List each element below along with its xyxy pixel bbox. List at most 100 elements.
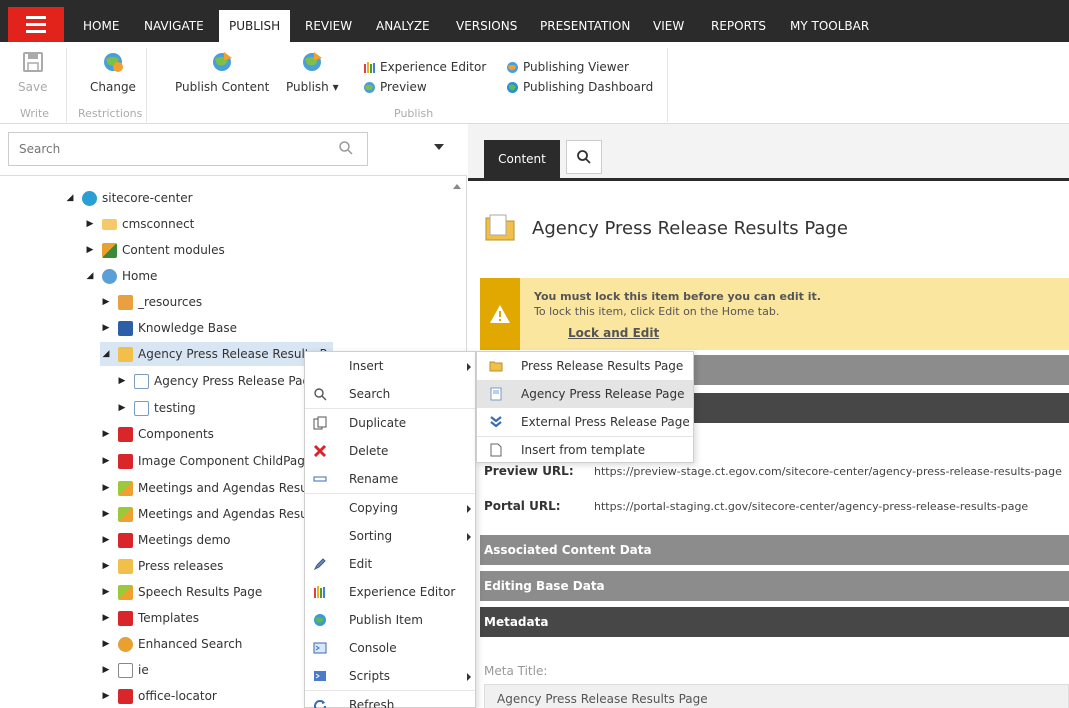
menu-item-duplicate[interactable]: Duplicate [305, 409, 475, 437]
meta-title-field[interactable] [484, 684, 1069, 708]
collapsed-arrow-icon[interactable]: ▶ [100, 580, 112, 604]
section-associated-content[interactable]: Associated Content Data [480, 535, 1069, 565]
rename-icon [313, 476, 327, 482]
collapsed-arrow-icon[interactable]: ▶ [116, 396, 128, 420]
tree-item-meetings-agendas-results-2[interactable]: ▶ Meetings and Agendas Results [100, 502, 322, 526]
collapsed-arrow-icon[interactable]: ▶ [84, 238, 96, 262]
save-icon [22, 52, 43, 72]
submenu-item-press-release-results-page[interactable]: Press Release Results Page [477, 352, 693, 380]
submenu-item-external-press-release-page[interactable]: External Press Release Page [477, 408, 693, 436]
tab-reports[interactable]: REPORTS [711, 14, 766, 42]
folder-icon [118, 558, 133, 574]
tab-presentation[interactable]: PRESENTATION [540, 14, 630, 42]
publish-content-button[interactable]: Publish Content [175, 50, 269, 94]
collapsed-arrow-icon[interactable]: ▶ [84, 212, 96, 236]
tree-item-components[interactable]: ▶ Components [100, 422, 214, 446]
submenu-item-agency-press-release-page[interactable]: Agency Press Release Page [477, 380, 693, 408]
menu-item-copying[interactable]: Copying [305, 494, 475, 522]
tree-item-meetings-demo[interactable]: ▶ Meetings demo [100, 528, 230, 552]
publish-dropdown-button[interactable]: Publish ▾ [286, 50, 339, 94]
collapsed-arrow-icon[interactable]: ▶ [100, 422, 112, 446]
tree-item-templates[interactable]: ▶ Templates [100, 606, 199, 630]
tab-view[interactable]: VIEW [653, 14, 684, 42]
menu-item-sorting[interactable]: Sorting [305, 522, 475, 550]
collapsed-arrow-icon[interactable]: ▶ [100, 554, 112, 578]
lock-and-edit-link[interactable]: Lock and Edit [568, 326, 659, 340]
tab-my-toolbar[interactable]: MY TOOLBAR [790, 14, 869, 42]
search-icon[interactable] [338, 140, 354, 156]
tree-item-content-modules[interactable]: ▶ Content modules [84, 238, 225, 262]
menu-item-scripts[interactable]: Scripts [305, 662, 475, 690]
expanded-arrow-icon[interactable]: ◢ [64, 186, 76, 210]
section-editing-base[interactable]: Editing Base Data [480, 571, 1069, 601]
collapsed-arrow-icon[interactable]: ▶ [100, 290, 112, 314]
menu-item-refresh[interactable]: Refresh [305, 691, 475, 708]
tree-item-ie[interactable]: ▶ ie [100, 658, 149, 682]
tree-item-home[interactable]: ◢ Home [84, 264, 157, 288]
change-restrictions-button[interactable]: Change [90, 50, 136, 94]
menu-item-insert[interactable]: Insert [305, 352, 475, 380]
tab-navigate[interactable]: NAVIGATE [144, 14, 204, 42]
tree-item-meetings-agendas-results-1[interactable]: ▶ Meetings and Agendas Results [100, 476, 322, 500]
tab-versions[interactable]: VERSIONS [456, 14, 517, 42]
search-icon [577, 150, 591, 164]
tree-item-testing[interactable]: ▶ testing [116, 396, 196, 420]
tree-item-enhanced-search[interactable]: ▶ Enhanced Search [100, 632, 242, 656]
menu-item-experience-editor[interactable]: Experience Editor [305, 578, 475, 606]
experience-editor-button[interactable]: Experience Editor [363, 58, 486, 76]
component-icon [118, 688, 133, 704]
expanded-arrow-icon[interactable]: ◢ [100, 342, 112, 366]
search-input[interactable] [8, 132, 368, 166]
warning-subtitle: To lock this item, click Edit on the Hom… [534, 305, 780, 318]
publishing-viewer-button[interactable]: Publishing Viewer [506, 58, 629, 76]
menu-item-edit[interactable]: Edit [305, 550, 475, 578]
menu-item-console[interactable]: Console [305, 634, 475, 662]
tab-content[interactable]: Content [484, 140, 560, 178]
collapsed-arrow-icon[interactable]: ▶ [100, 606, 112, 630]
submenu-item-insert-from-template[interactable]: Insert from template [477, 436, 693, 464]
scroll-up-icon[interactable] [453, 184, 461, 189]
publishing-dashboard-button[interactable]: Publishing Dashboard [506, 78, 653, 96]
ribbon: Save Write Change Restrictions Publish C… [0, 42, 1069, 124]
collapsed-arrow-icon[interactable]: ▶ [116, 369, 128, 393]
tree-item-resources[interactable]: ▶ _resources [100, 290, 202, 314]
tree-item-agency-press-release-page[interactable]: ▶ Agency Press Release Page [116, 369, 317, 393]
collapsed-arrow-icon[interactable]: ▶ [100, 658, 112, 682]
tree-item-press-releases[interactable]: ▶ Press releases [100, 554, 223, 578]
collapsed-arrow-icon[interactable]: ▶ [100, 502, 112, 526]
collapsed-arrow-icon[interactable]: ▶ [100, 449, 112, 473]
tab-review[interactable]: REVIEW [305, 14, 352, 42]
save-button[interactable]: Save [18, 50, 47, 94]
meeting-icon [118, 480, 133, 496]
tree-item-agency-press-release-results[interactable]: ◢ Agency Press Release Results P [100, 342, 333, 366]
collapsed-arrow-icon[interactable]: ▶ [100, 632, 112, 656]
tree-item-image-component-childpage[interactable]: ▶ Image Component ChildPage [100, 449, 312, 473]
collapsed-arrow-icon[interactable]: ▶ [100, 316, 112, 340]
duplicate-icon [313, 416, 327, 430]
tab-home[interactable]: HOME [83, 14, 119, 42]
tree-item-sitecore-center[interactable]: ◢ sitecore-center [64, 186, 193, 210]
tab-analyze[interactable]: ANALYZE [376, 14, 430, 42]
collapsed-arrow-icon[interactable]: ▶ [100, 528, 112, 552]
tab-publish[interactable]: PUBLISH [219, 10, 291, 42]
menu-icon[interactable] [8, 7, 64, 42]
tree-item-cmsconnect[interactable]: ▶ cmsconnect [84, 212, 195, 236]
item-title: Agency Press Release Results Page [532, 218, 848, 239]
ribbon-divider [66, 48, 67, 122]
menu-item-delete[interactable]: Delete [305, 437, 475, 465]
tab-search[interactable] [566, 140, 602, 174]
tree-item-speech-results-page[interactable]: ▶ Speech Results Page [100, 580, 262, 604]
lock-warning: You must lock this item before you can e… [480, 278, 1069, 350]
collapsed-arrow-icon[interactable]: ▶ [100, 684, 112, 708]
expanded-arrow-icon[interactable]: ◢ [84, 264, 96, 288]
menu-item-publish-item[interactable]: Publish Item [305, 606, 475, 634]
menu-item-rename[interactable]: Rename [305, 465, 475, 493]
home-icon [102, 268, 117, 284]
menu-item-search[interactable]: Search [305, 380, 475, 408]
search-dropdown-icon[interactable] [434, 144, 444, 150]
tree-item-knowledge-base[interactable]: ▶ Knowledge Base [100, 316, 237, 340]
collapsed-arrow-icon[interactable]: ▶ [100, 476, 112, 500]
tree-item-office-locator[interactable]: ▶ office-locator [100, 684, 217, 708]
section-metadata[interactable]: Metadata [480, 607, 1069, 637]
preview-button[interactable]: Preview [363, 78, 427, 96]
